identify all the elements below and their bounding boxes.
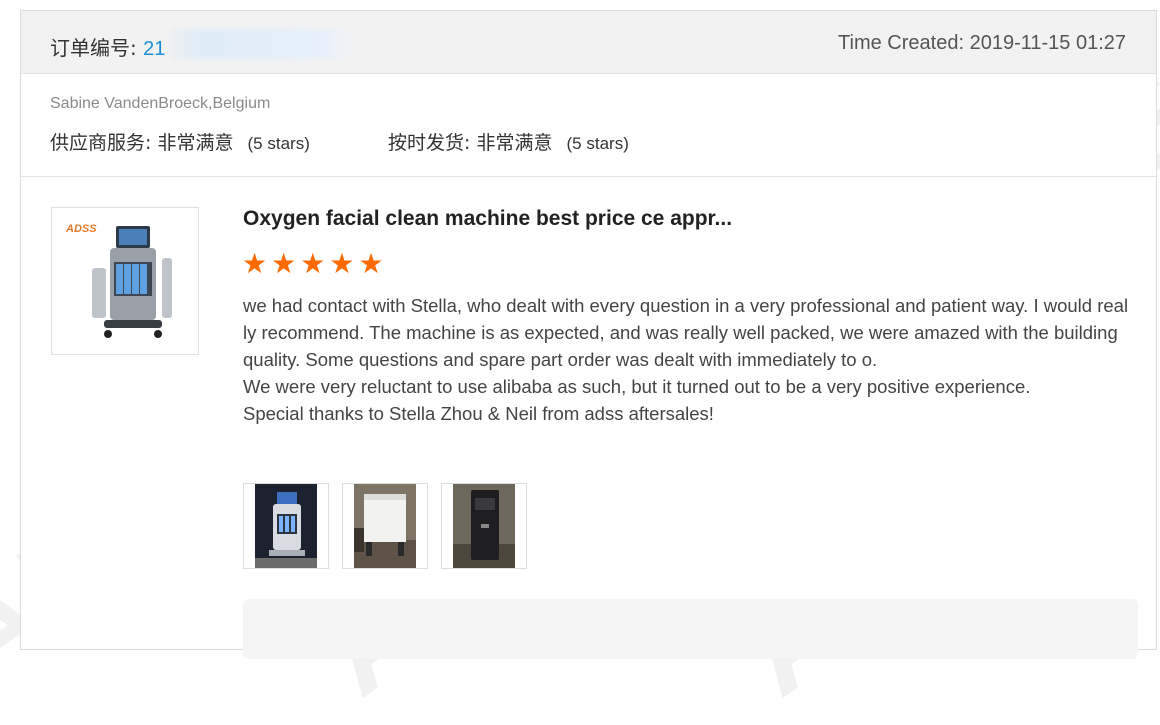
order-header: 订单编号: 21 Time Created: 2019-11-15 01:27	[21, 11, 1156, 74]
star-icon: ★	[271, 248, 297, 279]
buyer-name: Sabine VandenBroeck,Belgium	[50, 95, 271, 112]
star-icon: ★	[242, 248, 268, 279]
star-icon: ★	[358, 248, 384, 279]
review-photo-packaging-image	[453, 484, 515, 568]
product-machine-image: ADSS	[65, 223, 172, 338]
rating-label: 供应商服务:	[50, 132, 152, 154]
review-photo-box-image	[354, 484, 416, 568]
star-icon: ★	[329, 248, 355, 279]
rating-value: 非常满意	[476, 132, 553, 154]
rating-on-time-delivery: 按时发货: 非常满意 (5 stars)	[388, 128, 629, 155]
order-number-row: 订单编号: 21	[50, 32, 165, 61]
review-photo-3[interactable]	[441, 483, 527, 569]
review-photo-2[interactable]	[342, 483, 428, 569]
divider	[21, 176, 1156, 177]
rating-value: 非常满意	[157, 132, 234, 154]
rating-label: 按时发货:	[388, 132, 471, 154]
product-star-rating: ★ ★ ★ ★ ★	[242, 250, 384, 278]
svg-text:ADSS: ADSS	[65, 223, 97, 235]
review-card: 订单编号: 21 Time Created: 2019-11-15 01:27 …	[20, 10, 1157, 659]
order-number-label: 订单编号:	[50, 36, 137, 60]
product-title[interactable]: Oxygen facial clean machine best price c…	[243, 207, 732, 231]
review-paragraph: we had contact with Stella, who dealt wi…	[243, 295, 1129, 370]
review-text: we had contact with Stella, who dealt wi…	[243, 292, 1129, 427]
review-photo-machine-image	[255, 484, 317, 568]
rating-stars-text: (5 stars)	[566, 134, 629, 153]
time-created: Time Created: 2019-11-15 01:27	[838, 32, 1126, 54]
review-paragraph: Special thanks to Stella Zhou & Neil fro…	[243, 403, 714, 424]
star-icon: ★	[300, 248, 326, 279]
review-photo-1[interactable]	[243, 483, 329, 569]
supplier-reply-box	[243, 599, 1138, 659]
rating-stars-text: (5 stars)	[247, 134, 310, 153]
product-thumbnail[interactable]: ADSS	[51, 207, 199, 355]
review-photos	[243, 483, 527, 569]
redaction-blur	[170, 29, 350, 59]
review-paragraph: We were very reluctant to use alibaba as…	[243, 376, 1031, 397]
order-number-link[interactable]: 21	[143, 38, 165, 60]
rating-supplier-service: 供应商服务: 非常满意 (5 stars)	[50, 128, 310, 155]
